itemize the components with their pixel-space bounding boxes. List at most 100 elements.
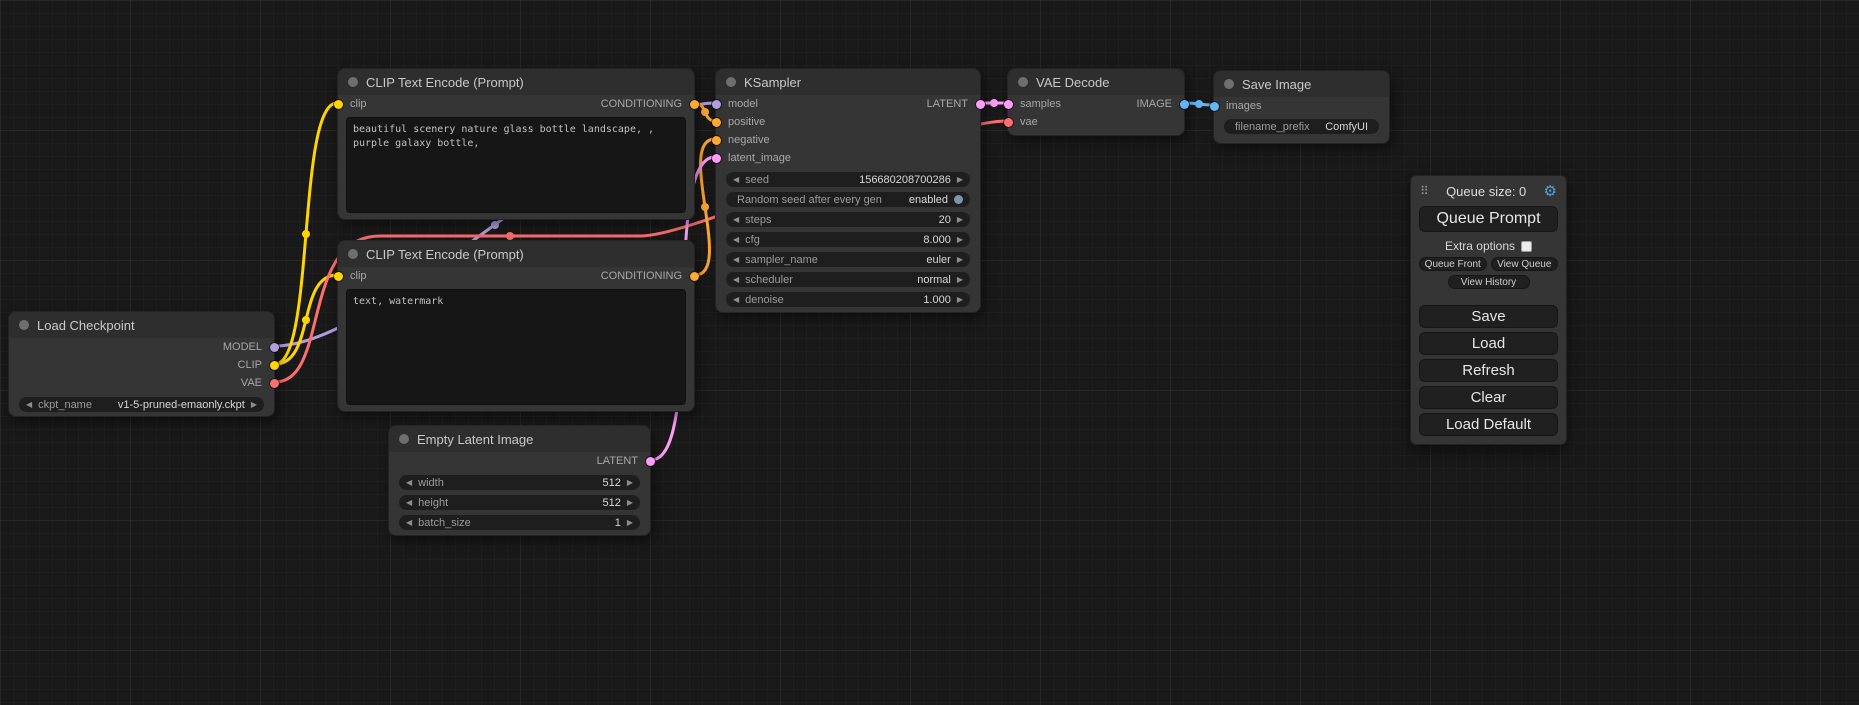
node-empty-latent-image[interactable]: Empty Latent Image LATENT ◀ width 512 ▶ …: [388, 425, 651, 536]
node-titlebar[interactable]: CLIP Text Encode (Prompt): [338, 241, 694, 267]
output-slot-model[interactable]: [270, 343, 279, 352]
input-slot-clip[interactable]: [334, 100, 343, 109]
queue-front-button[interactable]: Queue Front: [1419, 257, 1487, 271]
extra-options-checkbox[interactable]: [1521, 241, 1532, 252]
collapse-dot-icon[interactable]: [1018, 77, 1028, 87]
stepper-left-icon[interactable]: ◀: [406, 519, 412, 527]
widget-value: euler: [926, 254, 950, 266]
view-history-button[interactable]: View History: [1448, 275, 1530, 289]
input-label: images: [1226, 100, 1261, 112]
input-label: clip: [350, 98, 367, 110]
node-save-image[interactable]: Save Image images filename_prefix ComfyU…: [1213, 70, 1390, 144]
input-label: clip: [350, 270, 367, 282]
stepper-right-icon[interactable]: ▶: [251, 401, 257, 409]
stepper-right-icon[interactable]: ▶: [957, 176, 963, 184]
input-label: positive: [728, 116, 765, 128]
widget-width[interactable]: ◀ width 512 ▶: [399, 475, 640, 490]
input-slot-samples[interactable]: [1004, 100, 1013, 109]
collapse-dot-icon[interactable]: [726, 77, 736, 87]
toggle-indicator-icon[interactable]: [954, 195, 963, 204]
node-load-checkpoint[interactable]: Load Checkpoint MODEL CLIP VAE ◀ ckpt_na…: [8, 311, 275, 417]
widget-value: 156680208700286: [859, 174, 951, 186]
collapse-dot-icon[interactable]: [348, 77, 358, 87]
input-slot-images[interactable]: [1210, 102, 1219, 111]
node-titlebar[interactable]: CLIP Text Encode (Prompt): [338, 69, 694, 95]
view-queue-button[interactable]: View Queue: [1491, 257, 1559, 271]
stepper-right-icon[interactable]: ▶: [627, 499, 633, 507]
save-button[interactable]: Save: [1419, 305, 1558, 328]
load-button[interactable]: Load: [1419, 332, 1558, 355]
stepper-right-icon[interactable]: ▶: [957, 296, 963, 304]
widget-random-seed-toggle[interactable]: Random seed after every gen enabled: [726, 192, 970, 207]
queue-prompt-button[interactable]: Queue Prompt: [1419, 206, 1558, 232]
widget-scheduler[interactable]: ◀ scheduler normal ▶: [726, 272, 970, 287]
stepper-left-icon[interactable]: ◀: [733, 276, 739, 284]
drag-handle-icon[interactable]: ⠿: [1420, 184, 1429, 198]
output-slot-image[interactable]: [1180, 100, 1189, 109]
input-slot-model[interactable]: [712, 100, 721, 109]
input-slot-negative[interactable]: [712, 136, 721, 145]
output-slot-clip[interactable]: [270, 361, 279, 370]
settings-gear-icon[interactable]: ⚙: [1544, 182, 1557, 200]
load-default-button[interactable]: Load Default: [1419, 413, 1558, 436]
output-slot-vae[interactable]: [270, 379, 279, 388]
prompt-textarea[interactable]: beautiful scenery nature glass bottle la…: [346, 117, 686, 213]
output-slot-latent[interactable]: [976, 100, 985, 109]
widget-cfg[interactable]: ◀ cfg 8.000 ▶: [726, 232, 970, 247]
widget-filename-prefix[interactable]: filename_prefix ComfyUI: [1224, 119, 1379, 134]
widget-seed[interactable]: ◀ seed 156680208700286 ▶: [726, 172, 970, 187]
input-slot-vae[interactable]: [1004, 118, 1013, 127]
node-clip-text-encode-positive[interactable]: CLIP Text Encode (Prompt) clip CONDITION…: [337, 68, 695, 220]
output-slot-latent[interactable]: [646, 457, 655, 466]
node-titlebar[interactable]: KSampler: [716, 69, 980, 95]
stepper-left-icon[interactable]: ◀: [733, 256, 739, 264]
widget-denoise[interactable]: ◀ denoise 1.000 ▶: [726, 292, 970, 307]
output-slot-conditioning[interactable]: [690, 272, 699, 281]
stepper-left-icon[interactable]: ◀: [733, 236, 739, 244]
stepper-right-icon[interactable]: ▶: [957, 216, 963, 224]
stepper-left-icon[interactable]: ◀: [26, 401, 32, 409]
collapse-dot-icon[interactable]: [399, 434, 409, 444]
node-titlebar[interactable]: Empty Latent Image: [389, 426, 650, 452]
stepper-right-icon[interactable]: ▶: [627, 479, 633, 487]
prompt-textarea[interactable]: text, watermark: [346, 289, 686, 405]
input-slot-latent-image[interactable]: [712, 154, 721, 163]
stepper-left-icon[interactable]: ◀: [733, 296, 739, 304]
node-titlebar[interactable]: Save Image: [1214, 71, 1389, 97]
stepper-right-icon[interactable]: ▶: [627, 519, 633, 527]
refresh-button[interactable]: Refresh: [1419, 359, 1558, 382]
node-ksampler[interactable]: KSampler model LATENT positive negative …: [715, 68, 981, 313]
output-label: CLIP: [238, 359, 262, 371]
stepper-left-icon[interactable]: ◀: [733, 216, 739, 224]
input-slot-clip[interactable]: [334, 272, 343, 281]
output-slot-conditioning[interactable]: [690, 100, 699, 109]
node-titlebar[interactable]: VAE Decode: [1008, 69, 1184, 95]
collapse-dot-icon[interactable]: [19, 320, 29, 330]
slot-row: MODEL: [9, 338, 274, 356]
clear-button[interactable]: Clear: [1419, 386, 1558, 409]
stepper-right-icon[interactable]: ▶: [957, 276, 963, 284]
widget-sampler-name[interactable]: ◀ sampler_name euler ▶: [726, 252, 970, 267]
widget-batch-size[interactable]: ◀ batch_size 1 ▶: [399, 515, 640, 530]
stepper-left-icon[interactable]: ◀: [733, 176, 739, 184]
node-clip-text-encode-negative[interactable]: CLIP Text Encode (Prompt) clip CONDITION…: [337, 240, 695, 412]
spacer: [1419, 289, 1558, 301]
stepper-right-icon[interactable]: ▶: [957, 236, 963, 244]
widget-steps[interactable]: ◀ steps 20 ▶: [726, 212, 970, 227]
node-titlebar[interactable]: Load Checkpoint: [9, 312, 274, 338]
input-slot-positive[interactable]: [712, 118, 721, 127]
stepper-right-icon[interactable]: ▶: [957, 256, 963, 264]
widget-value: enabled: [909, 194, 948, 206]
output-label: MODEL: [223, 341, 262, 353]
stepper-left-icon[interactable]: ◀: [406, 479, 412, 487]
input-label: negative: [728, 134, 770, 146]
stepper-left-icon[interactable]: ◀: [406, 499, 412, 507]
collapse-dot-icon[interactable]: [1224, 79, 1234, 89]
node-title: KSampler: [744, 75, 801, 90]
widget-height[interactable]: ◀ height 512 ▶: [399, 495, 640, 510]
node-title: Load Checkpoint: [37, 318, 135, 333]
node-vae-decode[interactable]: VAE Decode samples IMAGE vae: [1007, 68, 1185, 136]
widget-ckpt-name[interactable]: ◀ ckpt_name v1-5-pruned-emaonly.ckpt ▶: [19, 397, 264, 412]
node-title: CLIP Text Encode (Prompt): [366, 247, 524, 262]
collapse-dot-icon[interactable]: [348, 249, 358, 259]
